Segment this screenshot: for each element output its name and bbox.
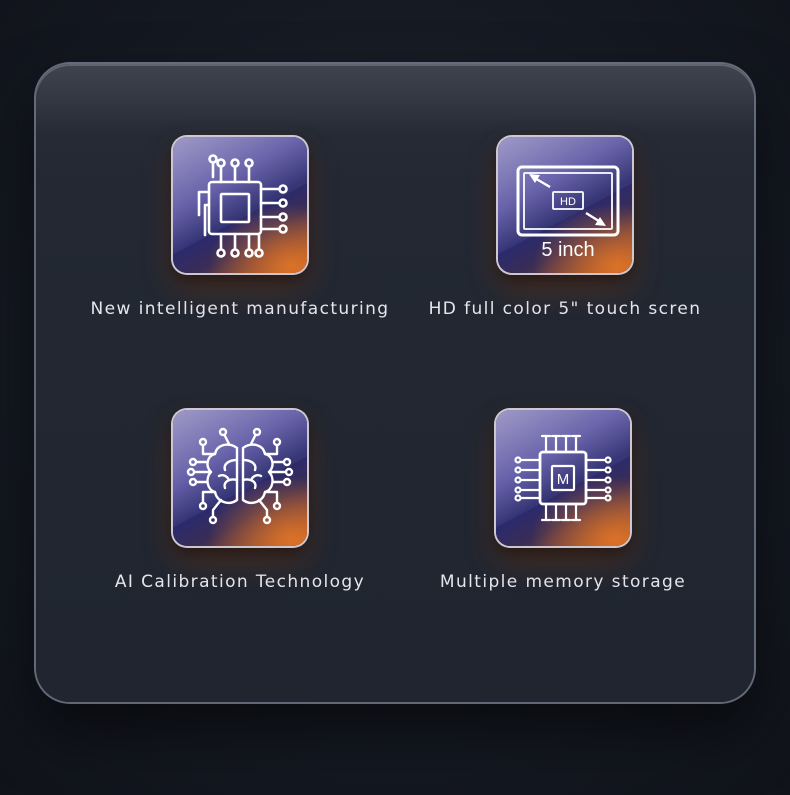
feature-caption: AI Calibration Technology (114, 572, 366, 592)
hd-screen-icon: HD 5 inch (516, 165, 620, 261)
feature-ai-calibration: AI Calibration Technology (70, 410, 410, 592)
feature-intelligent-manufacturing: New intelligent manufacturing (70, 137, 410, 319)
feature-hd-touch-screen: HD 5 inch HD full color 5" touch scren (395, 137, 735, 319)
feature-tile: HD 5 inch (498, 137, 632, 273)
ai-brain-icon (186, 427, 294, 525)
feature-tile (173, 410, 307, 546)
chip-icon (197, 154, 288, 258)
svg-text:HD: HD (560, 196, 576, 208)
svg-text:M: M (557, 471, 570, 488)
feature-caption: New intelligent manufacturing (90, 299, 390, 319)
feature-caption: HD full color 5" touch scren (428, 299, 702, 319)
feature-memory-storage: M Multiple memory storage (393, 410, 733, 592)
memory-chip-icon: M (514, 434, 612, 522)
screen-size-label: 5 inch (541, 239, 594, 261)
feature-tile (173, 137, 307, 273)
panel-gloss (36, 64, 754, 134)
feature-caption: Multiple memory storage (439, 572, 687, 592)
feature-tile: M (496, 410, 630, 546)
